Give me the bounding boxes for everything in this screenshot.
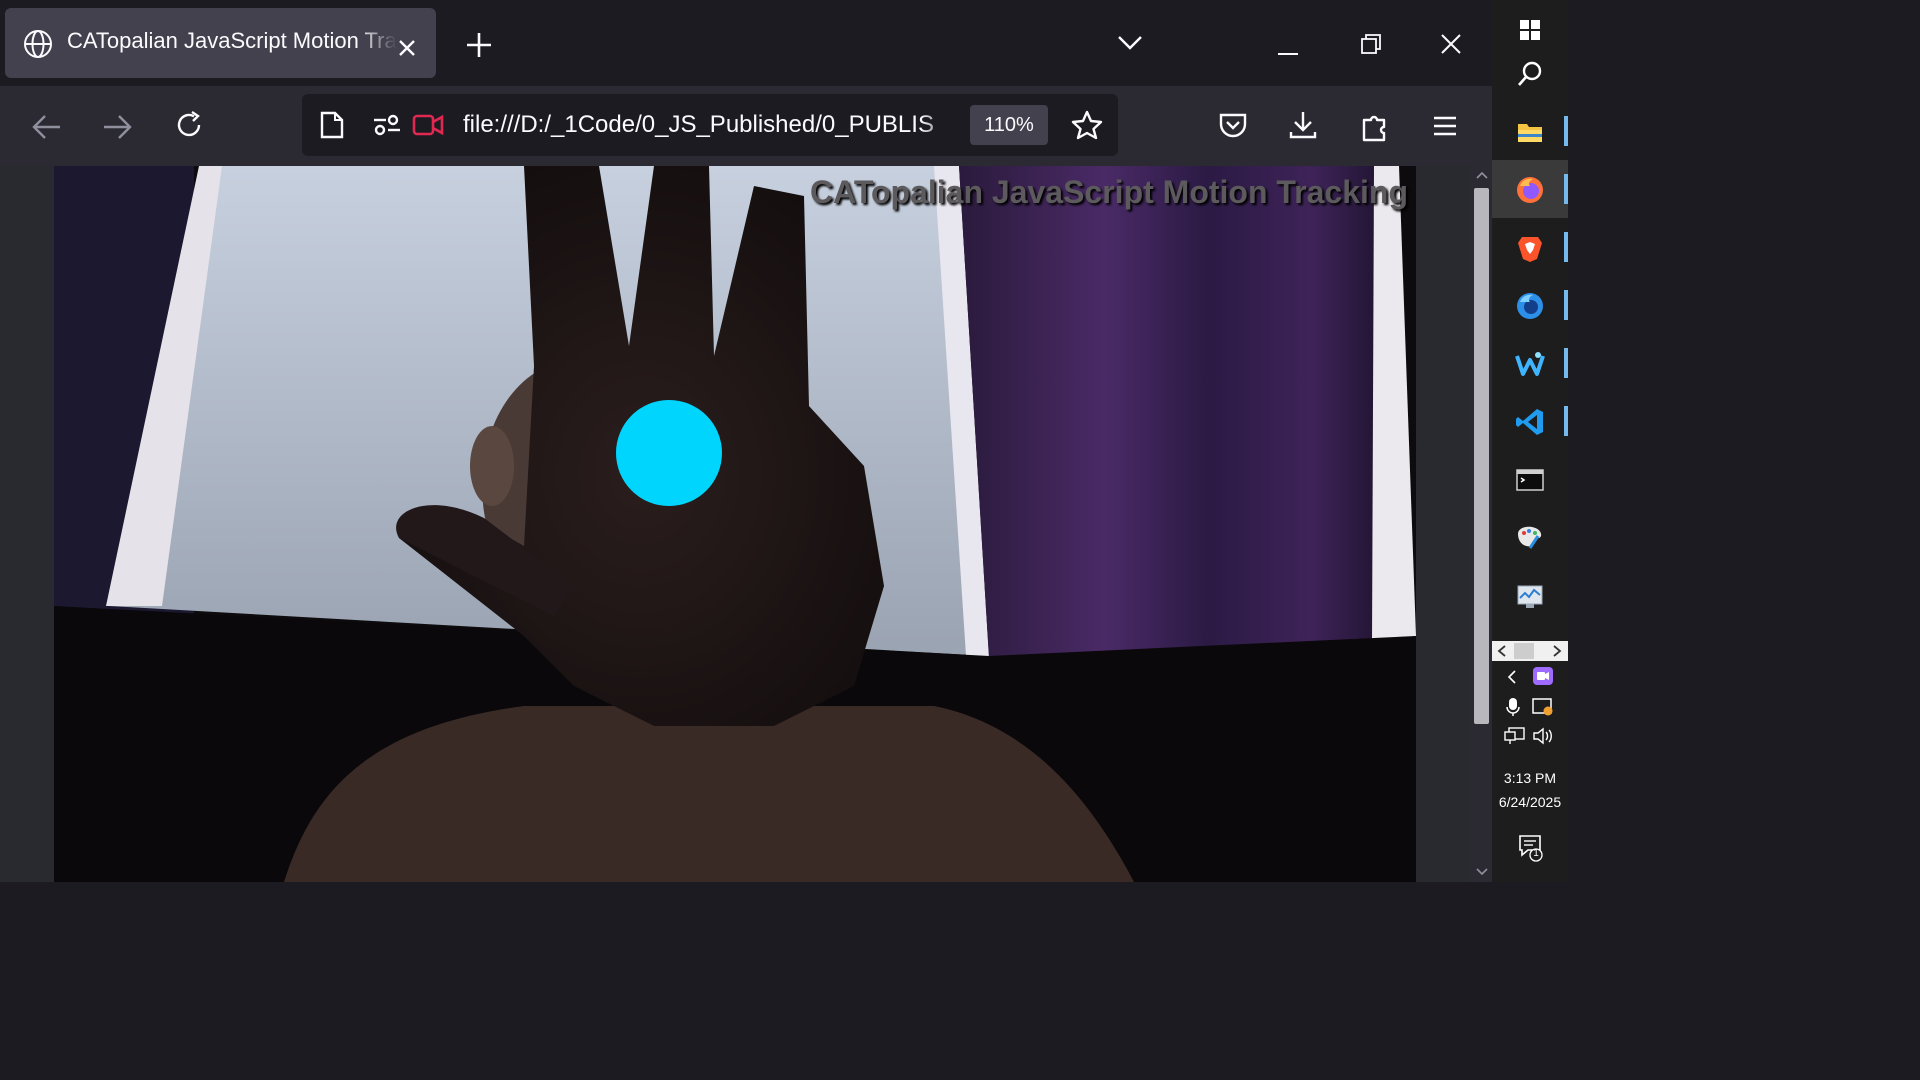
page-title: CATopalian JavaScript Motion Tracking (809, 174, 1408, 210)
app-running-indicator (1564, 232, 1568, 262)
paint-icon[interactable] (1492, 508, 1568, 566)
restore-window-button[interactable] (1361, 34, 1381, 58)
notification-count: 1 (1533, 848, 1539, 859)
volume-icon[interactable] (1532, 727, 1554, 749)
microphone-icon[interactable] (1506, 697, 1520, 721)
close-window-button[interactable] (1441, 34, 1461, 58)
file-explorer-icon[interactable] (1492, 102, 1568, 160)
webcam-video: CATopalian JavaScript Motion Tracking (54, 166, 1416, 882)
download-icon[interactable] (1289, 110, 1317, 144)
close-tab-icon[interactable] (398, 39, 416, 61)
video-meeting-icon[interactable] (1532, 666, 1554, 690)
scroll-up-arrow-icon[interactable] (1476, 171, 1488, 179)
network-icon[interactable] (1504, 727, 1526, 749)
chevron-right-icon[interactable] (1552, 645, 1562, 657)
search-icon[interactable] (1492, 44, 1568, 102)
tracking-circle (616, 400, 722, 506)
chevron-left-icon[interactable] (1497, 645, 1507, 657)
page-scrollbar[interactable] (1471, 166, 1492, 882)
show-hidden-icons-chevron-icon[interactable] (1506, 669, 1518, 689)
extensions-icon[interactable] (1360, 110, 1390, 146)
camera-in-use-icon[interactable] (412, 113, 444, 141)
notifications-icon[interactable]: 1 (1518, 834, 1544, 866)
bookmark-star-icon[interactable] (1071, 110, 1103, 144)
pocket-icon[interactable] (1218, 112, 1248, 144)
tab-active[interactable]: CATopalian JavaScript Motion Tracking (5, 8, 436, 78)
waterfox-icon[interactable] (1492, 334, 1568, 392)
app-running-indicator (1564, 406, 1568, 436)
app-running-indicator (1564, 290, 1568, 320)
globe-icon (23, 29, 53, 63)
forward-arrow-icon[interactable] (102, 114, 132, 144)
scroll-down-arrow-icon[interactable] (1476, 868, 1488, 876)
app-running-indicator (1564, 116, 1568, 146)
clock-date: 6/24/2025 (1498, 794, 1562, 810)
back-arrow-icon[interactable] (32, 114, 62, 144)
minimize-window-button[interactable] (1278, 41, 1298, 60)
page-viewport: CATopalian JavaScript Motion Tracking (0, 166, 1492, 882)
tab-title: CATopalian JavaScript Motion Tracking (67, 28, 397, 53)
taskbar-scroll-thumb[interactable] (1514, 643, 1534, 659)
screen-capture-icon[interactable] (1532, 697, 1554, 721)
app-running-indicator (1564, 174, 1568, 204)
taskbar-scroll-bar[interactable] (1492, 641, 1568, 661)
app-running-indicator (1564, 348, 1568, 378)
zoom-level-badge[interactable]: 110% (970, 105, 1048, 145)
firefox-developer-icon[interactable] (1492, 276, 1568, 334)
clock-time: 3:13 PM (1503, 770, 1557, 786)
system-clock[interactable]: 3:13 PM 6/24/2025 (1492, 766, 1568, 814)
scrollbar-thumb[interactable] (1474, 188, 1489, 724)
new-tab-button[interactable] (465, 31, 493, 63)
url-text[interactable]: file:///D:/_1Code/0_JS_Published/0_PUBLI… (463, 111, 955, 139)
brave-icon[interactable] (1492, 218, 1568, 276)
navigation-toolbar: file:///D:/_1Code/0_JS_Published/0_PUBLI… (0, 86, 1492, 166)
firefox-icon[interactable] (1492, 160, 1568, 218)
performance-monitor-icon[interactable] (1492, 566, 1568, 624)
windows-taskbar: 3:13 PM 6/24/2025 1 (1492, 0, 1568, 882)
reload-icon[interactable] (174, 110, 204, 144)
permissions-icon[interactable] (372, 114, 402, 140)
chevron-down-icon[interactable] (1117, 34, 1143, 56)
vscode-icon[interactable] (1492, 392, 1568, 450)
webcam-frame-illustration (54, 166, 1416, 882)
terminal-icon[interactable] (1492, 450, 1568, 508)
address-bar[interactable]: file:///D:/_1Code/0_JS_Published/0_PUBLI… (302, 94, 1118, 156)
tab-bar: CATopalian JavaScript Motion Tracking (0, 0, 1492, 86)
page-icon[interactable] (320, 111, 344, 143)
menu-hamburger-icon[interactable] (1432, 116, 1458, 140)
